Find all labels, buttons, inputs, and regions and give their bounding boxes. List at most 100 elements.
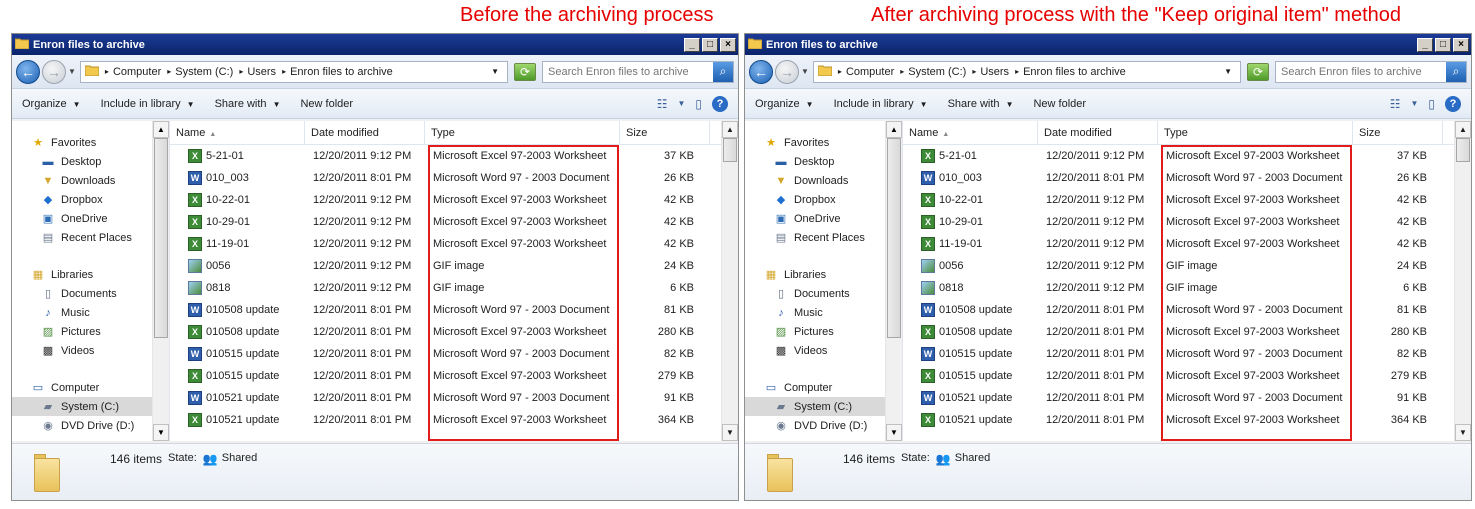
back-button[interactable]: ← [16,59,40,84]
column-size[interactable]: Size [620,121,710,145]
column-date-modified[interactable]: Date modified [305,121,425,145]
nav-downloads[interactable]: ▼ Downloads [12,171,169,190]
file-row[interactable]: W 010521 update 12/20/2011 8:01 PM Microsof… [170,387,738,409]
maximize-button[interactable]: □ [702,37,718,52]
view-dropdown-icon[interactable]: ▼ [677,99,685,108]
nav-recent-places[interactable]: ▤ Recent Places [12,228,169,247]
breadcrumb-computer[interactable]: Computer [846,66,894,78]
close-button[interactable]: × [1453,37,1469,52]
breadcrumb-separator-icon[interactable]: ▸ [282,67,286,76]
file-row[interactable]: W 010508 update 12/20/2011 8:01 PM Microsof… [903,299,1471,321]
file-row[interactable]: X 010521 update 12/20/2011 8:01 PM Microsof… [903,409,1471,431]
breadcrumb-separator-icon[interactable]: ▸ [838,67,842,76]
nav-documents[interactable]: ▯ Documents [12,284,169,303]
file-scroll-thumb[interactable] [1456,138,1470,162]
preview-pane-icon[interactable]: ▯ [695,97,702,111]
file-list-scrollbar[interactable]: ▲ ▼ [1454,121,1471,441]
preview-pane-icon[interactable]: ▯ [1428,97,1435,111]
help-icon[interactable]: ? [1445,95,1461,112]
nav-onedrive[interactable]: ▣ OneDrive [12,209,169,228]
title-bar[interactable]: Enron files to archive _ □ × [745,34,1471,55]
file-row[interactable]: X 10-29-01 12/20/2011 9:12 PM Microsoft Exc… [903,211,1471,233]
title-bar[interactable]: Enron files to archive _ □ × [12,34,738,55]
nav-libraries[interactable]: ▦ Libraries [745,265,902,284]
breadcrumb-separator-icon[interactable]: ▸ [239,67,243,76]
file-row[interactable]: X 010515 update 12/20/2011 8:01 PM Microsof… [903,365,1471,387]
nav-dropbox[interactable]: ◆ Dropbox [12,190,169,209]
minimize-button[interactable]: _ [684,37,700,52]
breadcrumb-system-c[interactable]: System (C:) [175,66,233,78]
file-row[interactable]: W 010515 update 12/20/2011 8:01 PM Microsof… [170,343,738,365]
share-with-menu[interactable]: Share with ▼ [215,98,281,110]
file-row[interactable]: X 5-21-01 12/20/2011 9:12 PM Microsoft Exce… [903,145,1471,167]
nav-favorites[interactable]: ★ Favorites [745,133,902,152]
scroll-up-icon[interactable]: ▲ [722,121,738,138]
breadcrumb-separator-icon[interactable]: ▸ [1015,67,1019,76]
maximize-button[interactable]: □ [1435,37,1451,52]
nav-scroll-thumb[interactable] [887,138,901,338]
breadcrumb-separator-icon[interactable]: ▸ [900,67,904,76]
breadcrumb-computer[interactable]: Computer [113,66,161,78]
nav-computer[interactable]: ▭ Computer [745,378,902,397]
forward-button[interactable]: → [42,59,66,84]
nav-pictures[interactable]: ▨ Pictures [12,322,169,341]
include-in-library-menu[interactable]: Include in library ▼ [834,98,928,110]
organize-menu[interactable]: Organize ▼ [755,98,814,110]
breadcrumb-system-c[interactable]: System (C:) [908,66,966,78]
nav-dropbox[interactable]: ◆ Dropbox [745,190,902,209]
file-scroll-thumb[interactable] [723,138,737,162]
address-dropdown-icon[interactable]: ▼ [1224,67,1232,76]
address-bar[interactable]: ▸ Computer ▸ System (C:) ▸ Users ▸ Enron… [79,60,508,83]
file-row[interactable]: 0056 12/20/2011 9:12 PM GIF image 24 KB [170,255,738,277]
nav-system-c[interactable]: ▰ System (C:) [12,397,169,416]
column-name[interactable]: Name ▲ [170,121,305,145]
refresh-button[interactable]: ⟳ [1247,62,1269,81]
file-row[interactable]: X 11-19-01 12/20/2011 9:12 PM Microsoft Exc… [903,233,1471,255]
nav-computer[interactable]: ▭ Computer [12,378,169,397]
breadcrumb-current-folder[interactable]: Enron files to archive [1023,66,1126,78]
file-row[interactable]: X 10-29-01 12/20/2011 9:12 PM Microsoft Exc… [170,211,738,233]
scroll-down-icon[interactable]: ▼ [1455,424,1471,441]
close-button[interactable]: × [720,37,736,52]
minimize-button[interactable]: _ [1417,37,1433,52]
organize-menu[interactable]: Organize ▼ [22,98,81,110]
nav-documents[interactable]: ▯ Documents [745,284,902,303]
column-name[interactable]: Name ▲ [903,121,1038,145]
nav-system-c[interactable]: ▰ System (C:) [745,397,902,416]
file-row[interactable]: 0056 12/20/2011 9:12 PM GIF image 24 KB [903,255,1471,277]
breadcrumb-separator-icon[interactable]: ▸ [972,67,976,76]
file-row[interactable]: W 010515 update 12/20/2011 8:01 PM Microsof… [903,343,1471,365]
nav-dvd-drive[interactable]: ◉ DVD Drive (D:) [12,416,169,435]
back-button[interactable]: ← [749,59,773,84]
nav-music[interactable]: ♪ Music [12,303,169,322]
breadcrumb-users[interactable]: Users [247,66,276,78]
view-dropdown-icon[interactable]: ▼ [1410,99,1418,108]
search-box[interactable]: ⌕ [1275,60,1467,83]
file-row[interactable]: X 010521 update 12/20/2011 8:01 PM Microsof… [170,409,738,431]
include-in-library-menu[interactable]: Include in library ▼ [101,98,195,110]
search-input[interactable] [1281,65,1446,78]
search-icon[interactable]: ⌕ [713,61,733,82]
nav-desktop[interactable]: ▬ Desktop [745,152,902,171]
file-row[interactable]: X 5-21-01 12/20/2011 9:12 PM Microsoft Exce… [170,145,738,167]
nav-recent-places[interactable]: ▤ Recent Places [745,228,902,247]
nav-scrollbar[interactable]: ▲ ▼ [885,121,902,441]
file-row[interactable]: X 010508 update 12/20/2011 8:01 PM Microsof… [170,321,738,343]
scroll-up-icon[interactable]: ▲ [1455,121,1471,138]
forward-button[interactable]: → [775,59,799,84]
new-folder-button[interactable]: New folder [1033,98,1086,110]
recent-pages-dropdown-icon[interactable]: ▼ [68,67,76,76]
nav-scrollbar[interactable]: ▲ ▼ [152,121,169,441]
breadcrumb-users[interactable]: Users [980,66,1009,78]
refresh-button[interactable]: ⟳ [514,62,536,81]
file-row[interactable]: X 10-22-01 12/20/2011 9:12 PM Microsoft Exc… [170,189,738,211]
breadcrumb-separator-icon[interactable]: ▸ [167,67,171,76]
file-row[interactable]: W 010508 update 12/20/2011 8:01 PM Microsof… [170,299,738,321]
nav-videos[interactable]: ▩ Videos [12,341,169,360]
nav-downloads[interactable]: ▼ Downloads [745,171,902,190]
column-size[interactable]: Size [1353,121,1443,145]
column-type[interactable]: Type [425,121,620,145]
search-box[interactable]: ⌕ [542,60,734,83]
file-row[interactable]: X 10-22-01 12/20/2011 9:12 PM Microsoft Exc… [903,189,1471,211]
breadcrumb-current-folder[interactable]: Enron files to archive [290,66,393,78]
